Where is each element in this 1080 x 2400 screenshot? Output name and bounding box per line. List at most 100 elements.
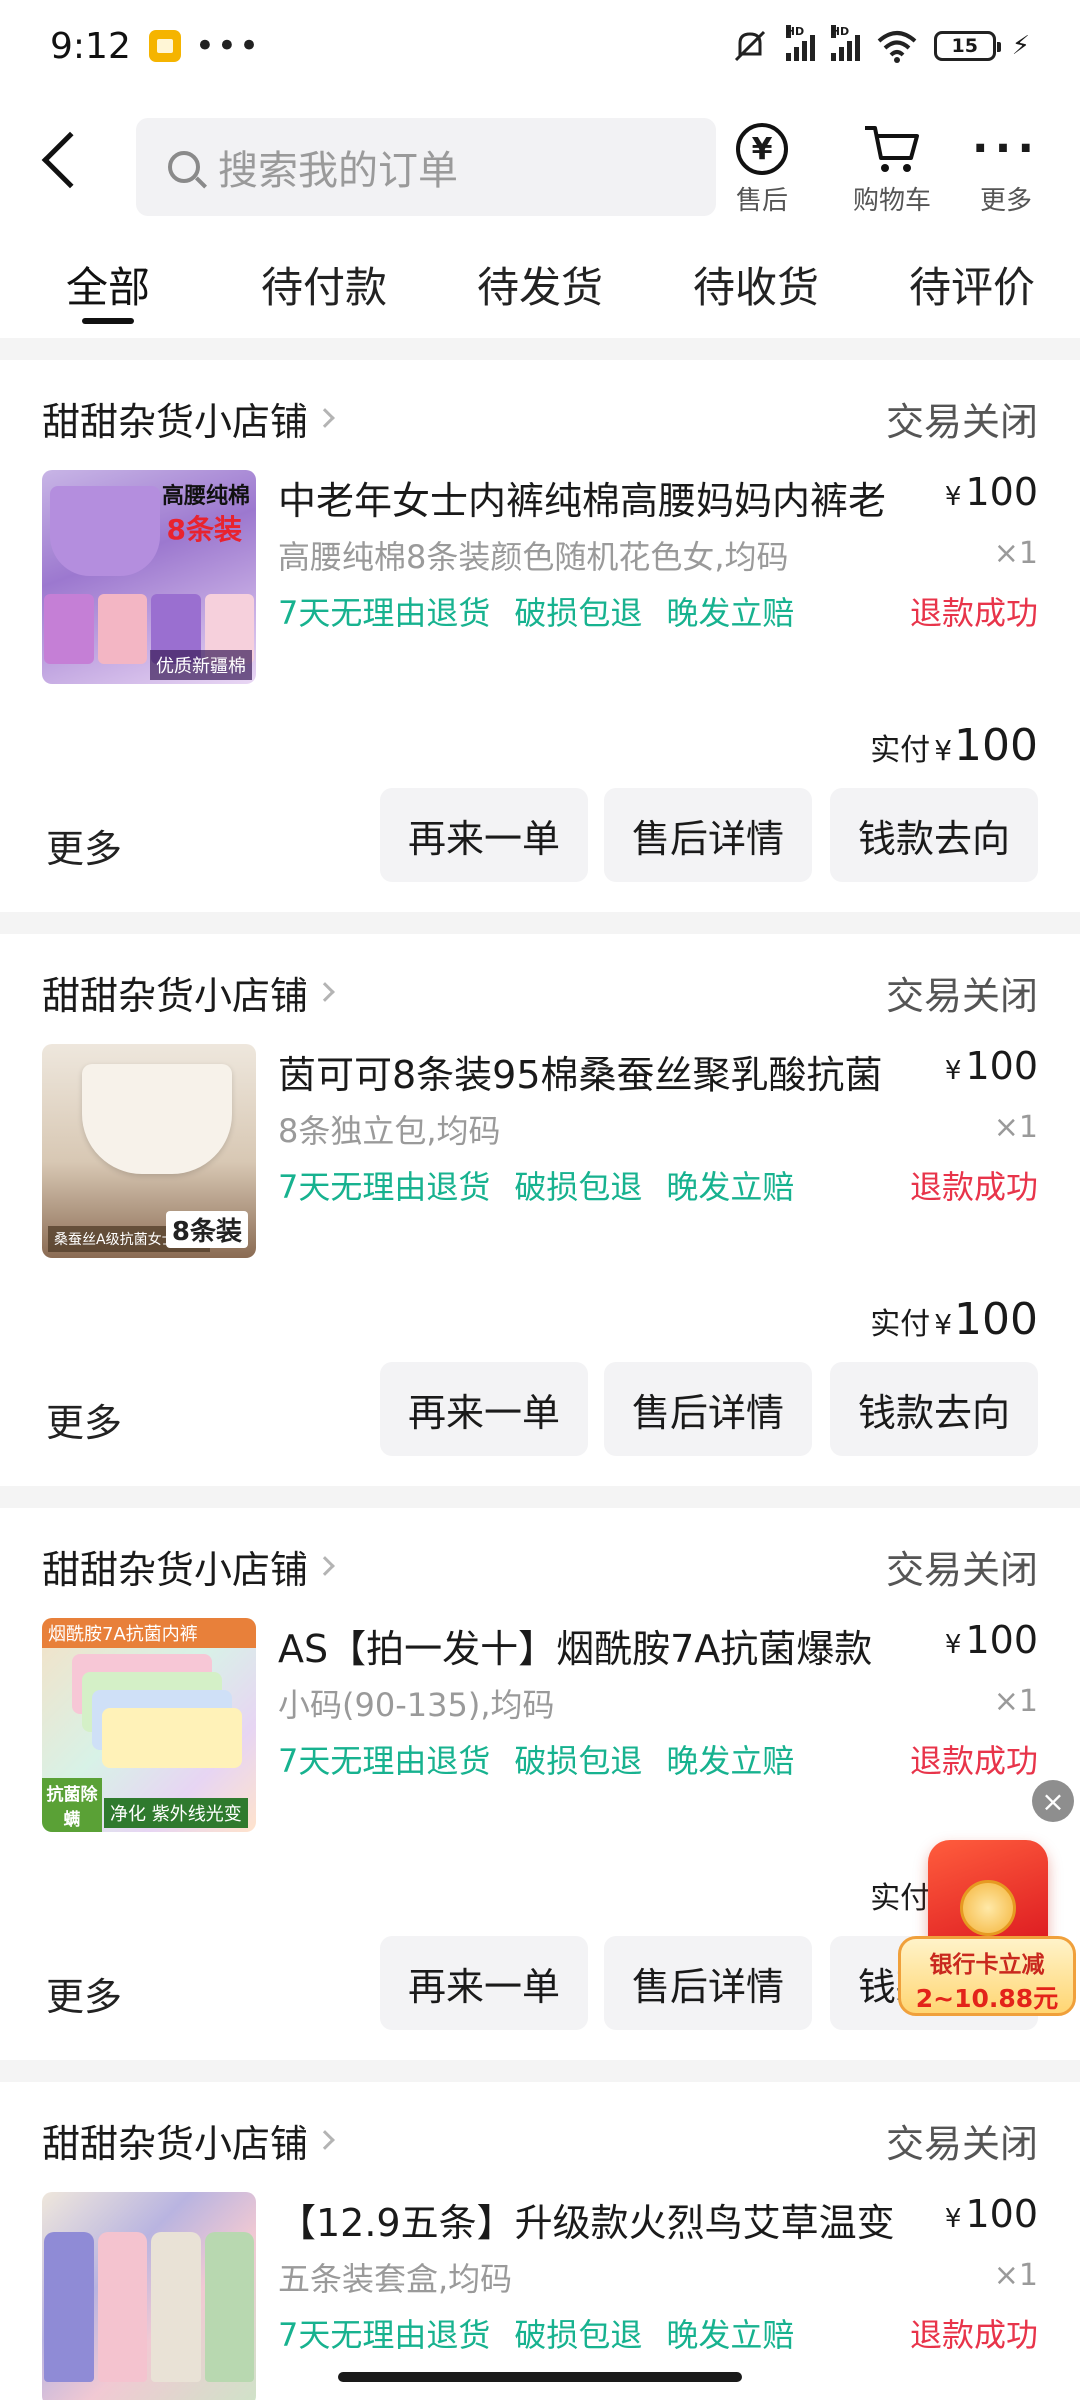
after-sale-detail-button[interactable]: 售后详情 [604, 1362, 812, 1456]
more-actions-link[interactable]: 更多 [46, 818, 122, 873]
chevron-right-icon [315, 982, 335, 1002]
store-row[interactable]: 甜甜杂货小店铺 交易关闭 [42, 388, 1038, 448]
tab-pending-shipment[interactable]: 待发货 [432, 242, 648, 338]
product-quantity: ×1 [993, 1684, 1038, 1719]
service-tags: 7天无理由退货 破损包退 晚发立赔 [278, 1162, 794, 1208]
tag-late: 晚发立赔 [666, 594, 795, 632]
after-sale-label: 售后 [735, 186, 788, 216]
paid-amount: 实付¥100 [870, 1294, 1038, 1345]
coin-icon [960, 1880, 1016, 1936]
header: 搜索我的订单 ¥ 售后 购物车 ··· 更多 [0, 92, 1080, 242]
order-card[interactable]: 甜甜杂货小店铺 交易关闭 高腰纯棉 8条装 优质新疆棉 中老年女士内裤纯棉高腰妈… [0, 360, 1080, 912]
product-thumbnail[interactable]: 高腰纯棉 8条装 优质新疆棉 [42, 470, 256, 684]
more-menu-button[interactable]: ··· 更多 [956, 120, 1056, 217]
money-flow-button[interactable]: 钱款去向 [830, 788, 1038, 882]
refund-status: 退款成功 [909, 2316, 1038, 2354]
money-flow-button[interactable]: 钱款去向 [830, 1362, 1038, 1456]
tag-return: 7天无理由退货 [278, 594, 491, 632]
tag-damage: 破损包退 [514, 594, 643, 632]
product-quantity: ×1 [993, 2258, 1038, 2293]
refund-status: 退款成功 [909, 594, 1038, 632]
reorder-button[interactable]: 再来一单 [380, 788, 588, 882]
product-title[interactable]: 茵可可8条装95棉桑蚕丝聚乳酸抗菌 [278, 1044, 928, 1099]
home-indicator[interactable] [338, 2372, 742, 2382]
service-tags: 7天无理由退货 破损包退 晚发立赔 [278, 2310, 794, 2356]
tab-pending-receipt[interactable]: 待收货 [648, 242, 864, 338]
tab-all[interactable]: 全部 [0, 242, 216, 338]
product-title[interactable]: 【12.9五条】升级款火烈鸟艾草温变 [278, 2192, 928, 2247]
more-actions-link[interactable]: 更多 [46, 1966, 122, 2021]
after-sale-button[interactable]: ¥ 售后 [712, 120, 812, 217]
status-bar: 9:12 ••• HD HD 15 ⚡ [0, 0, 1080, 92]
store-row[interactable]: 甜甜杂货小店铺 交易关闭 [42, 2110, 1038, 2170]
cart-icon [865, 126, 919, 172]
product-price: ¥100 [944, 1044, 1038, 1088]
status-icons: HD HD 15 ⚡ [730, 25, 1030, 66]
notification-app-icon [148, 30, 181, 62]
product-spec: 8条独立包,均码 [278, 1112, 501, 1150]
more-notifications-icon: ••• [194, 26, 262, 66]
search-input[interactable]: 搜索我的订单 [136, 118, 716, 216]
chevron-right-icon [315, 2130, 335, 2150]
tag-return: 7天无理由退货 [278, 1742, 491, 1780]
store-row[interactable]: 甜甜杂货小店铺 交易关闭 [42, 1536, 1038, 1596]
bank-card-promo-widget[interactable]: 银行卡立减 2~10.88元 [898, 1840, 1076, 2016]
chevron-right-icon [315, 408, 335, 428]
store-name: 甜甜杂货小店铺 [42, 1547, 309, 1592]
tag-damage: 破损包退 [514, 1742, 643, 1780]
product-thumbnail[interactable]: 烟酰胺7A抗菌内裤 抗菌除螨 净化 紫外线光变 [42, 1618, 256, 1832]
store-row[interactable]: 甜甜杂货小店铺 交易关闭 [42, 962, 1038, 1022]
tag-late: 晚发立赔 [666, 1168, 795, 1206]
store-name: 甜甜杂货小店铺 [42, 973, 309, 1018]
promo-banner: 银行卡立减 2~10.88元 [898, 1936, 1076, 2016]
paid-amount: 实付¥100 [870, 720, 1038, 771]
promo-close-icon[interactable]: × [1032, 1780, 1074, 1822]
product-thumbnail[interactable]: 桑蚕丝A级抗菌女士内裤 8条装 [42, 1044, 256, 1258]
product-title[interactable]: AS【拍一发十】烟酰胺7A抗菌爆款 [278, 1618, 928, 1673]
product-spec: 小码(90-135),均码 [278, 1686, 555, 1724]
store-name: 甜甜杂货小店铺 [42, 399, 309, 444]
product-thumbnail[interactable] [42, 2192, 256, 2400]
order-card[interactable]: 甜甜杂货小店铺 交易关闭 桑蚕丝A级抗菌女士内裤 8条装 茵可可8条装95棉桑蚕… [0, 934, 1080, 1486]
tab-pending-payment[interactable]: 待付款 [216, 242, 432, 338]
product-spec: 高腰纯棉8条装颜色随机花色女,均码 [278, 538, 789, 576]
cart-label: 购物车 [852, 186, 931, 216]
service-tags: 7天无理由退货 破损包退 晚发立赔 [278, 588, 794, 634]
search-icon [168, 151, 200, 183]
order-status: 交易关闭 [885, 973, 1038, 1018]
product-price: ¥100 [944, 1618, 1038, 1662]
product-spec: 五条装套盒,均码 [278, 2260, 513, 2298]
tab-pending-review[interactable]: 待评价 [864, 242, 1080, 338]
order-card[interactable]: 甜甜杂货小店铺 交易关闭 【12.9五条】升级款火烈鸟艾草温变 ¥100 五条装… [0, 2082, 1080, 2400]
reorder-button[interactable]: 再来一单 [380, 1936, 588, 2030]
tag-return: 7天无理由退货 [278, 2316, 491, 2354]
chevron-right-icon [315, 1556, 335, 1576]
product-quantity: ×1 [993, 536, 1038, 571]
after-sale-detail-button[interactable]: 售后详情 [604, 788, 812, 882]
after-sale-icon: ¥ [736, 123, 788, 175]
product-price: ¥100 [944, 2192, 1038, 2236]
cart-button[interactable]: 购物车 [842, 120, 942, 217]
signal-icon-2: HD [830, 25, 860, 61]
order-status: 交易关闭 [885, 1547, 1038, 1592]
wifi-icon [877, 31, 917, 63]
refund-status: 退款成功 [909, 1742, 1038, 1780]
after-sale-detail-button[interactable]: 售后详情 [604, 1936, 812, 2030]
battery-icon: 15 [933, 31, 1001, 61]
more-actions-link[interactable]: 更多 [46, 1392, 122, 1447]
back-arrow-icon[interactable] [41, 131, 99, 189]
tag-late: 晚发立赔 [666, 1742, 795, 1780]
promo-line2: 2~10.88元 [915, 1984, 1059, 2013]
product-quantity: ×1 [993, 1110, 1038, 1145]
mute-icon [734, 30, 765, 62]
order-tabs: 全部 待付款 待发货 待收货 待评价 [0, 242, 1080, 338]
more-dots-icon: ··· [971, 123, 1041, 174]
store-name: 甜甜杂货小店铺 [42, 2121, 309, 2166]
product-title[interactable]: 中老年女士内裤纯棉高腰妈妈内裤老 [278, 470, 928, 525]
promo-line1: 银行卡立减 [929, 1952, 1045, 1978]
tag-return: 7天无理由退货 [278, 1168, 491, 1206]
refund-status: 退款成功 [909, 1168, 1038, 1206]
service-tags: 7天无理由退货 破损包退 晚发立赔 [278, 1736, 794, 1782]
reorder-button[interactable]: 再来一单 [380, 1362, 588, 1456]
signal-icon: HD [785, 25, 815, 61]
